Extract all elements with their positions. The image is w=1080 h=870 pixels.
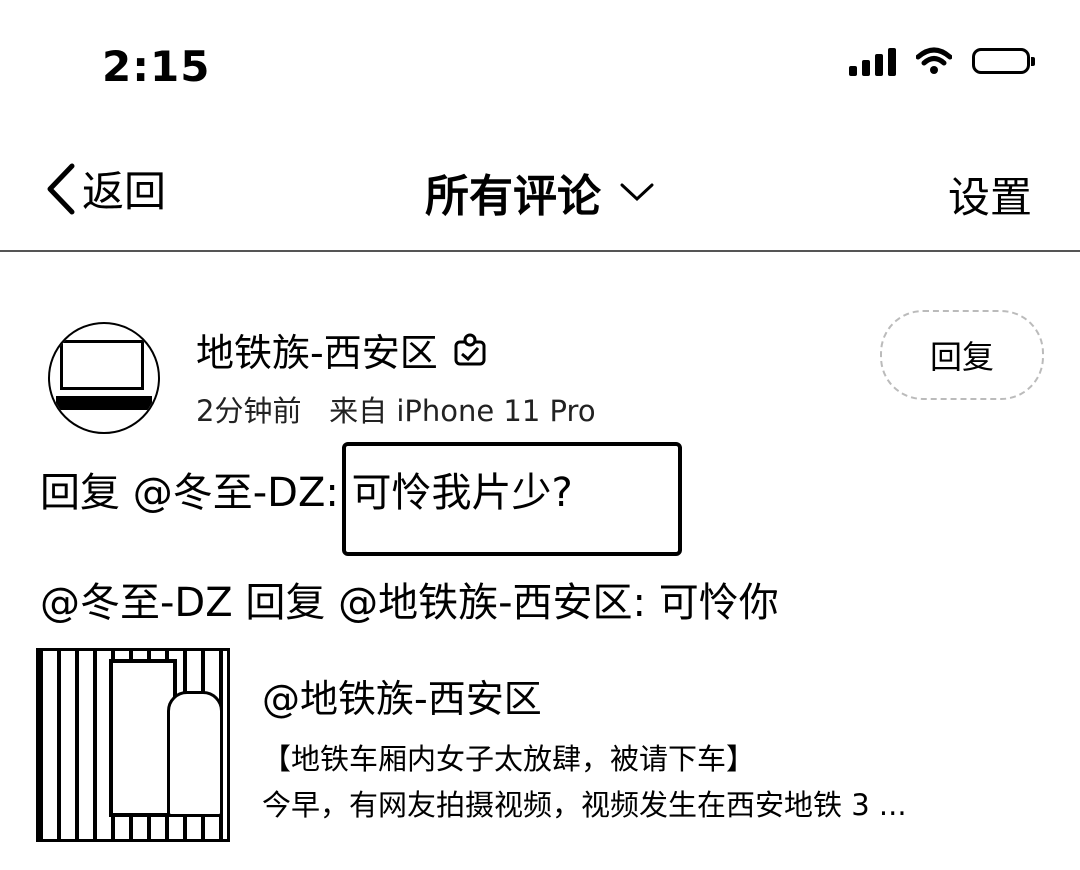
comment-source: 来自 iPhone 11 Pro — [329, 394, 596, 428]
post-author: @地铁族-西安区 — [262, 677, 542, 721]
post-title: 【地铁车厢内女子太放肆，被请下车】 — [262, 742, 756, 776]
comment-filter-dropdown[interactable]: 所有评论 — [0, 160, 1080, 224]
quoted-comment: @冬至-DZ 回复 @地铁族-西安区: 可怜你 — [40, 580, 779, 626]
avatar[interactable] — [48, 322, 160, 434]
comment-time: 2分钟前 — [196, 394, 302, 428]
reply-button[interactable]: 回复 — [880, 310, 1044, 400]
status-time: 2:15 — [102, 42, 211, 91]
post-excerpt: 今早，有网友拍摄视频，视频发生在西安地铁 3 ... — [262, 788, 907, 822]
status-icons — [849, 46, 1035, 76]
author-name: 地铁族-西安区 — [196, 331, 438, 375]
chevron-down-icon — [620, 183, 654, 202]
battery-icon — [972, 48, 1035, 74]
signal-icon — [849, 46, 896, 76]
status-bar: 2:15 — [0, 0, 1080, 130]
verified-badge-icon — [454, 333, 486, 365]
nav-bar: 返回 所有评论 设置 — [0, 130, 1080, 252]
post-thumbnail — [36, 648, 230, 842]
highlight-box — [342, 442, 682, 556]
original-post-card[interactable]: @地铁族-西安区 【地铁车厢内女子太放肆，被请下车】 今早，有网友拍摄视频，视频… — [36, 646, 1056, 846]
settings-button[interactable]: 设置 — [948, 164, 1032, 225]
comment-author[interactable]: 地铁族-西安区 — [196, 322, 488, 377]
avatar-logo-icon — [60, 340, 144, 390]
comment-meta: 2分钟前 来自 iPhone 11 Pro — [196, 388, 596, 430]
wifi-icon — [916, 47, 952, 74]
page-title: 所有评论 — [425, 171, 601, 222]
